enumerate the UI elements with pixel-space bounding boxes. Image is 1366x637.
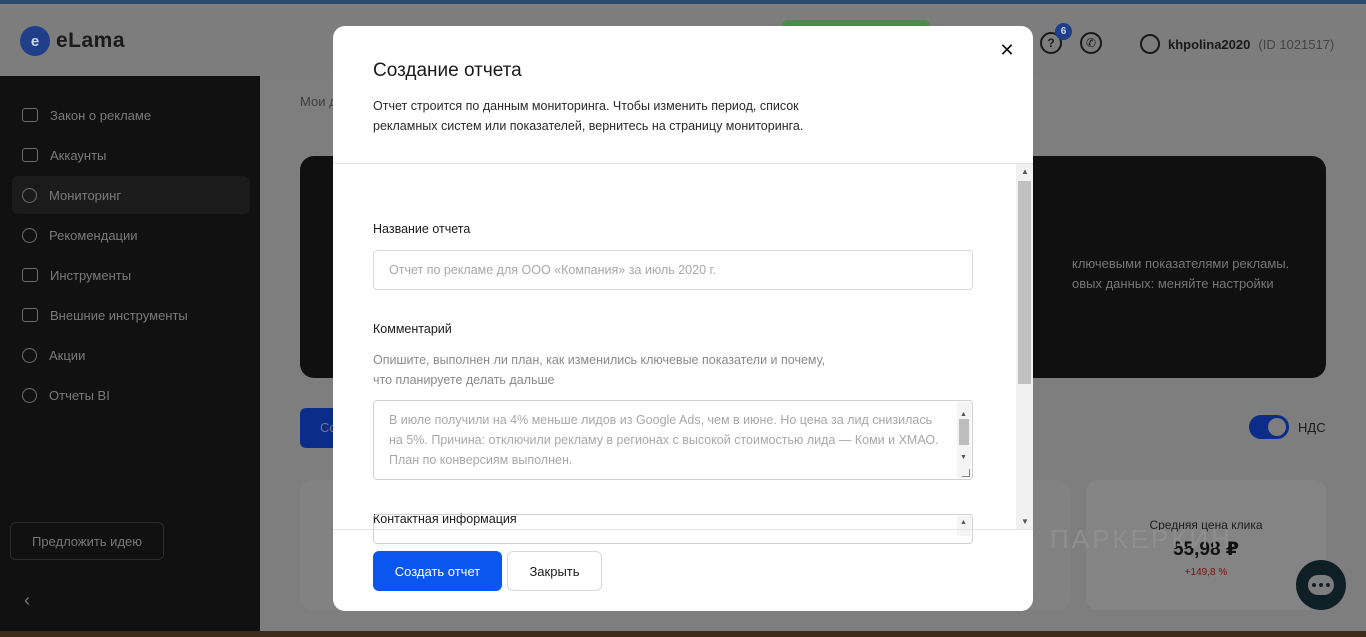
- book-icon: [22, 148, 38, 162]
- sidebar: Закон о рекламе Аккаунты Мониторинг Реко…: [0, 76, 260, 631]
- scroll-up-icon[interactable]: ▲: [1021, 167, 1029, 176]
- close-button[interactable]: Закрыть: [507, 551, 602, 591]
- suggest-idea-button[interactable]: Предложить идею: [10, 522, 164, 560]
- scroll-thumb[interactable]: [1018, 181, 1031, 384]
- vat-label: НДС: [1298, 420, 1326, 435]
- watermark: ПАРКЕРКИН: [1050, 524, 1233, 554]
- sidebar-item-bi-reports[interactable]: Отчеты BI: [12, 376, 250, 414]
- sidebar-item-accounts[interactable]: Аккаунты: [12, 136, 250, 174]
- elama-logo-mark: e: [20, 26, 50, 56]
- sidebar-item-label: Аккаунты: [50, 147, 107, 163]
- sidebar-item-label: Рекомендации: [49, 227, 138, 243]
- scroll-up-icon[interactable]: ▲: [957, 516, 971, 536]
- breadcrumb[interactable]: Мои д: [300, 94, 337, 109]
- external-icon: [22, 308, 38, 322]
- comment-label: Комментарий: [373, 322, 452, 336]
- id-card-icon: [22, 108, 38, 122]
- user-name: khpolina2020: [1168, 36, 1251, 52]
- comment-textarea[interactable]: В июле получили на 4% меньше лидов из Go…: [373, 400, 973, 480]
- modal-scrollbar[interactable]: ▲ ▼: [1016, 164, 1033, 529]
- vat-toggle[interactable]: [1249, 415, 1289, 439]
- modal-footer-divider: [333, 529, 1033, 530]
- elama-logo-text: eLama: [56, 29, 126, 52]
- magic-wand-icon: [22, 268, 38, 282]
- user-id: (ID 1021517): [1258, 36, 1335, 52]
- sidebar-item-label: Инструменты: [50, 267, 132, 283]
- clock-icon: [22, 187, 37, 203]
- report-name-label: Название отчета: [373, 222, 471, 236]
- sidebar-item-label: Мониторинг: [49, 187, 122, 203]
- create-report-modal: ✕ Создание отчета Отчет строится по данн…: [333, 26, 1033, 611]
- sidebar-item-label: Акции: [49, 347, 86, 363]
- sidebar-item-external-tools[interactable]: Внешние инструменты: [12, 296, 250, 334]
- sidebar-item-label: Внешние инструменты: [50, 307, 188, 323]
- sidebar-item-ad-law[interactable]: Закон о рекламе: [12, 96, 250, 134]
- sidebar-item-label: Отчеты BI: [49, 387, 110, 403]
- header-icons: ? 6 ✆: [1040, 23, 1102, 54]
- modal-body: Название отчета Комментарий Опишите, вып…: [333, 164, 1033, 529]
- sidebar-item-promotions[interactable]: Акции: [12, 336, 250, 374]
- comment-placeholder: В июле получили на 4% меньше лидов из Go…: [389, 413, 939, 467]
- promo-line-1: ключевыми показателями рекламы.: [1072, 256, 1290, 271]
- promo-line-2: овых данных: меняйте настройки: [1072, 276, 1274, 291]
- close-icon[interactable]: ✕: [997, 40, 1017, 60]
- scroll-down-icon[interactable]: ▼: [1021, 517, 1029, 526]
- comment-scrollbar[interactable]: ▲ ▼: [957, 402, 971, 478]
- phone-icon[interactable]: ✆: [1080, 32, 1102, 54]
- help-icon[interactable]: ? 6: [1040, 23, 1072, 54]
- globe-icon: [22, 387, 37, 403]
- scroll-thumb[interactable]: [959, 419, 969, 445]
- collapse-sidebar-icon[interactable]: ‹: [24, 590, 30, 611]
- chat-button[interactable]: [1296, 560, 1346, 610]
- sidebar-item-label: Закон о рекламе: [50, 107, 152, 123]
- elama-logo[interactable]: e eLama: [20, 26, 125, 56]
- check-circle-icon: [22, 227, 37, 243]
- resize-grip-icon[interactable]: [962, 469, 970, 477]
- chat-icon: [1308, 575, 1334, 595]
- modal-title: Создание отчета: [373, 60, 522, 81]
- promo-text: ключевыми показателями рекламы. овых дан…: [1072, 254, 1289, 294]
- user-icon: [1140, 34, 1160, 54]
- sidebar-item-monitoring[interactable]: Мониторинг: [12, 176, 250, 214]
- fire-icon: [22, 347, 37, 363]
- report-name-input[interactable]: [373, 250, 973, 290]
- modal-description: Отчет строится по данным мониторинга. Чт…: [373, 99, 804, 133]
- kpi-delta: +149,8 %: [1184, 567, 1228, 578]
- bottom-strip: [0, 631, 1366, 637]
- create-report-button[interactable]: Создать отчет: [373, 551, 502, 591]
- sidebar-item-recommendations[interactable]: Рекомендации: [12, 216, 250, 254]
- comment-hint: Опишите, выполнен ли план, как изменилис…: [373, 353, 826, 387]
- scroll-down-icon[interactable]: ▼: [960, 448, 967, 468]
- notification-badge: 6: [1055, 23, 1072, 40]
- sidebar-item-tools[interactable]: Инструменты: [12, 256, 250, 294]
- user-menu[interactable]: khpolina2020 (ID 1021517): [1140, 34, 1334, 54]
